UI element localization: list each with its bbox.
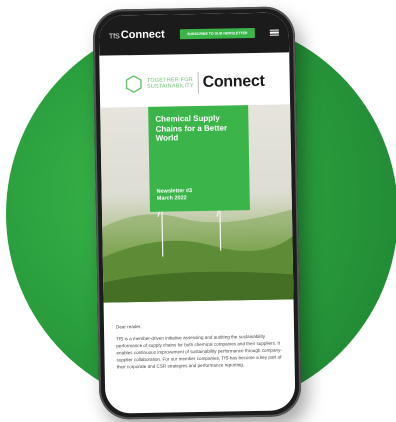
subscribe-button[interactable]: Subscribe to our newsletter — [180, 27, 255, 40]
newsletter-issue: Newsletter #3 March 2022 — [157, 188, 193, 203]
brand-prefix: TfS — [108, 33, 120, 41]
newsletter-logo: TOGETHER FOR SUSTAINABILITY Connect — [99, 60, 290, 105]
connect-wordmark: Connect — [202, 72, 265, 91]
hexagon-logo-icon — [125, 75, 142, 94]
hero-title: Chemical Supply Chains for a Better Worl… — [155, 113, 228, 143]
brand-logo[interactable]: TfS Connect — [109, 29, 165, 42]
phone-screen: TfS Connect Subscribe to our newsletter … — [98, 12, 296, 414]
intro-paragraph: TfS is a member-driven initiative assess… — [116, 333, 282, 370]
hero-title-box: Chemical Supply Chains for a Better Worl… — [148, 105, 250, 212]
greeting: Dear reader, — [115, 323, 142, 330]
tfs-wordmark: TOGETHER FOR SUSTAINABILITY — [147, 77, 194, 90]
issue-date: March 2022 — [156, 195, 187, 202]
top-nav-bar: TfS Connect Subscribe to our newsletter — [98, 12, 290, 56]
menu-icon[interactable] — [269, 29, 279, 37]
brand-name: Connect — [120, 28, 165, 42]
phone-frame: TfS Connect Subscribe to our newsletter … — [92, 6, 302, 420]
logo-divider — [197, 71, 199, 94]
tfs-wordmark-line2: SUSTAINABILITY — [146, 83, 194, 90]
hero-banner: Chemical Supply Chains for a Better Worl… — [100, 104, 294, 303]
newsletter-body: Dear reader, TfS is a member-driven init… — [104, 299, 296, 413]
